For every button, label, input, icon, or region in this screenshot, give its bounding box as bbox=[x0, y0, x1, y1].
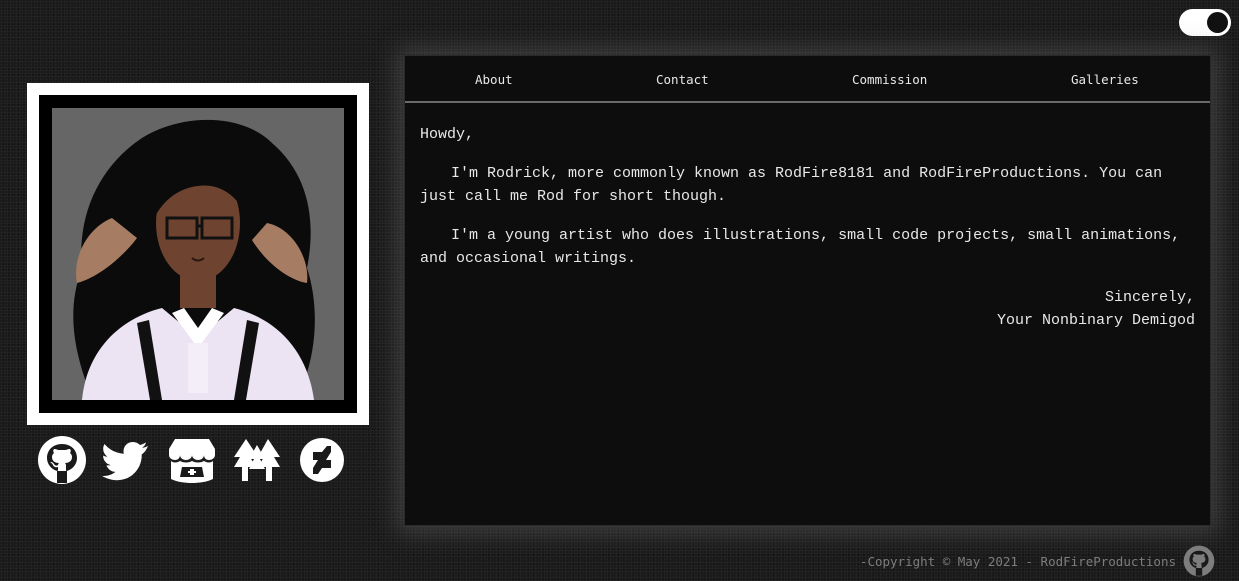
main-panel: About Contact Commission Galleries Howdy… bbox=[404, 55, 1211, 526]
github-icon[interactable] bbox=[37, 435, 87, 485]
itchio-icon[interactable] bbox=[167, 435, 217, 485]
toggle-knob bbox=[1207, 12, 1228, 33]
nav-galleries[interactable]: Galleries bbox=[1071, 72, 1139, 87]
avatar bbox=[52, 108, 344, 400]
portrait-border bbox=[39, 95, 357, 413]
avatar-illustration bbox=[73, 119, 315, 400]
github-icon[interactable] bbox=[1183, 545, 1215, 577]
copyright-text: -Copyright © May 2021 - RodFireProductio… bbox=[859, 553, 1176, 569]
social-links bbox=[37, 435, 347, 485]
theme-toggle[interactable] bbox=[1179, 9, 1231, 36]
furaffinity-icon[interactable] bbox=[232, 435, 282, 485]
twitter-icon[interactable] bbox=[102, 435, 152, 485]
signoff-line-1: Sincerely, bbox=[1104, 289, 1195, 306]
nav-commission[interactable]: Commission bbox=[852, 72, 927, 87]
about-content: Howdy, I'm Rodrick, more commonly known … bbox=[405, 103, 1210, 332]
top-nav: About Contact Commission Galleries bbox=[405, 56, 1210, 103]
portrait-frame bbox=[27, 83, 369, 425]
deviantart-icon[interactable] bbox=[297, 435, 347, 485]
nav-about[interactable]: About bbox=[475, 72, 513, 87]
nav-contact[interactable]: Contact bbox=[656, 72, 709, 87]
bio-paragraph: I'm a young artist who does illustration… bbox=[420, 227, 1181, 267]
footer: -Copyright © May 2021 - RodFireProductio… bbox=[859, 545, 1215, 577]
greeting: Howdy, bbox=[420, 126, 475, 143]
intro-paragraph: I'm Rodrick, more commonly known as RodF… bbox=[420, 165, 1163, 205]
signoff-line-2: Your Nonbinary Demigod bbox=[996, 312, 1195, 329]
